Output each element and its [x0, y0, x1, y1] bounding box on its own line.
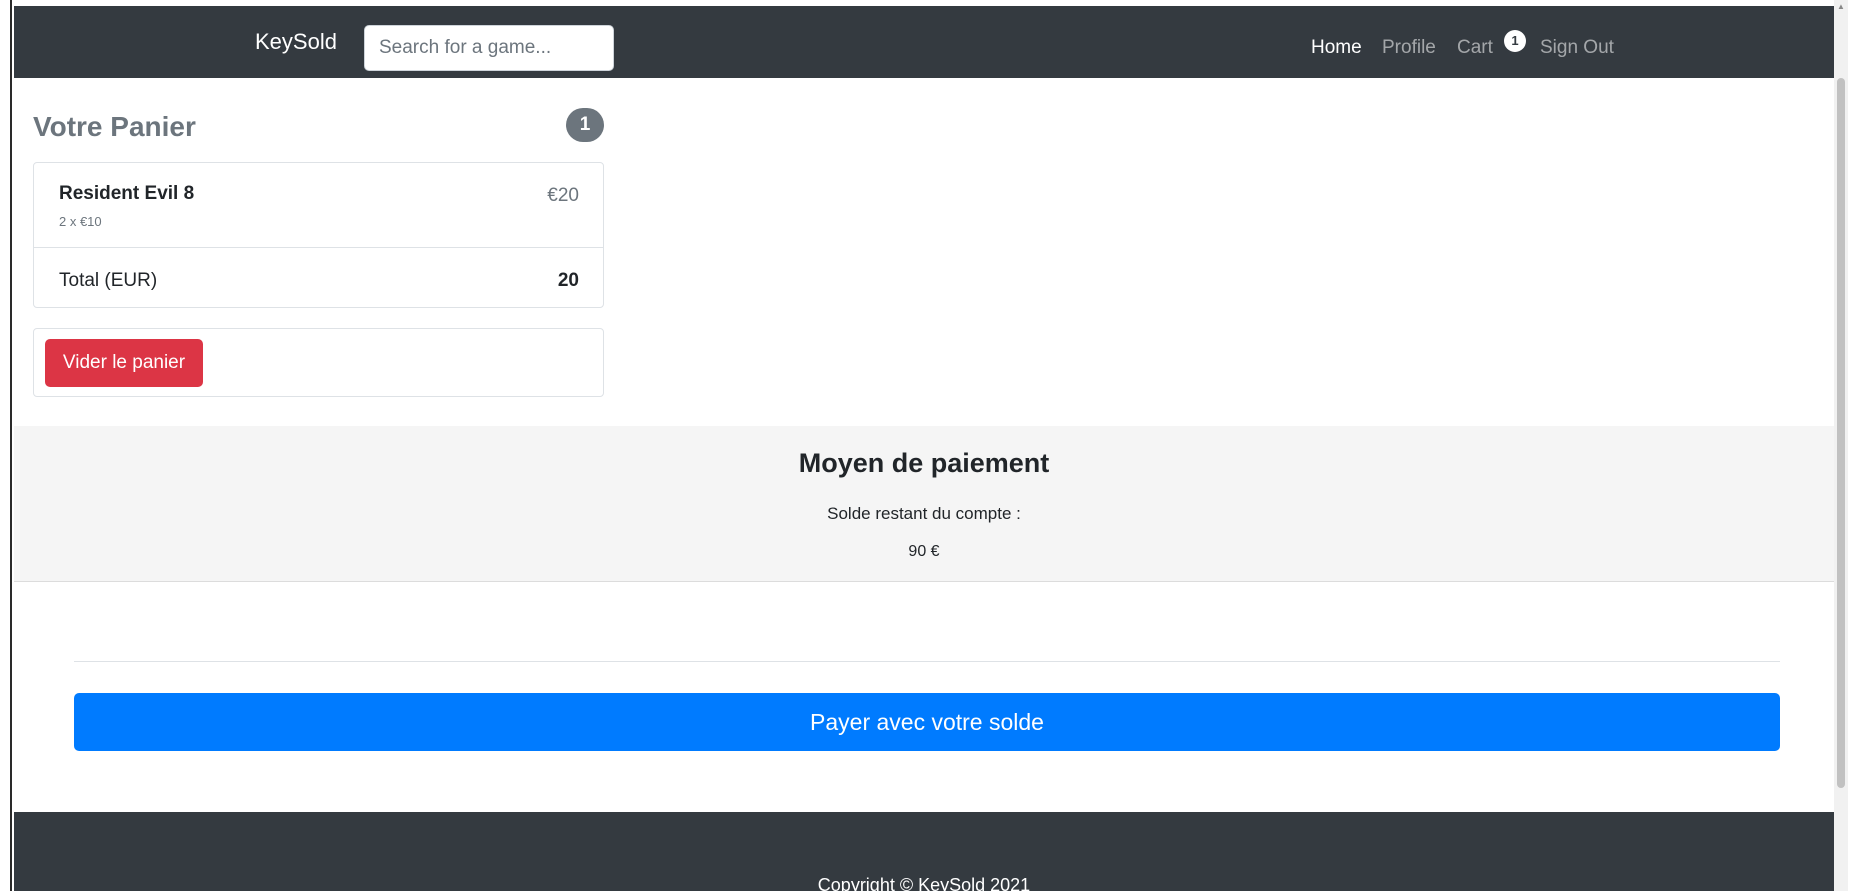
scroll-up-arrow-icon[interactable]: ▲	[1836, 2, 1846, 12]
nav-link-home[interactable]: Home	[1311, 36, 1362, 60]
footer: Copyright © KeySold 2021	[14, 812, 1834, 891]
cart-item-price: €20	[547, 185, 579, 206]
window-left-edge	[0, 0, 12, 891]
balance-value: 90 €	[908, 543, 940, 560]
empty-cart-card: Vider le panier	[33, 328, 604, 397]
payment-section: Moyen de paiement Solde restant du compt…	[14, 426, 1834, 582]
brand-logo[interactable]: KeySold	[255, 28, 337, 56]
cart-total-label: Total (EUR)	[59, 270, 158, 291]
cart-item: Resident Evil 8 2 x €10 €20	[34, 163, 603, 248]
divider	[74, 661, 1780, 662]
scrollbar-thumb[interactable]	[1837, 78, 1845, 788]
cart-item-quantity: 2 x €10	[59, 214, 102, 229]
empty-cart-button[interactable]: Vider le panier	[45, 339, 203, 387]
cart-total-value: 20	[557, 270, 579, 291]
payment-title: Moyen de paiement	[798, 448, 1050, 478]
cart-item-name: Resident Evil 8	[59, 183, 195, 204]
cart-count-badge[interactable]: 1	[1504, 30, 1526, 52]
navbar: KeySold Home Profile Cart 1 Sign Out	[14, 6, 1834, 78]
nav-link-cart[interactable]: Cart	[1457, 36, 1493, 60]
cart-item-count-badge: 1	[566, 108, 604, 142]
balance-label: Solde restant du compte :	[827, 504, 1021, 523]
cart-title: Votre Panier	[33, 111, 196, 142]
pay-with-balance-button[interactable]: Payer avec votre solde	[74, 693, 1780, 751]
search-input[interactable]	[364, 25, 614, 71]
nav-link-profile[interactable]: Profile	[1382, 36, 1436, 60]
page: KeySold Home Profile Cart 1 Sign Out Vot…	[0, 0, 1850, 891]
cart-list: Resident Evil 8 2 x €10 €20 Total (EUR) …	[33, 162, 604, 308]
nav-link-sign-out[interactable]: Sign Out	[1540, 36, 1614, 60]
footer-copyright: Copyright © KeySold 2021	[817, 875, 1031, 891]
